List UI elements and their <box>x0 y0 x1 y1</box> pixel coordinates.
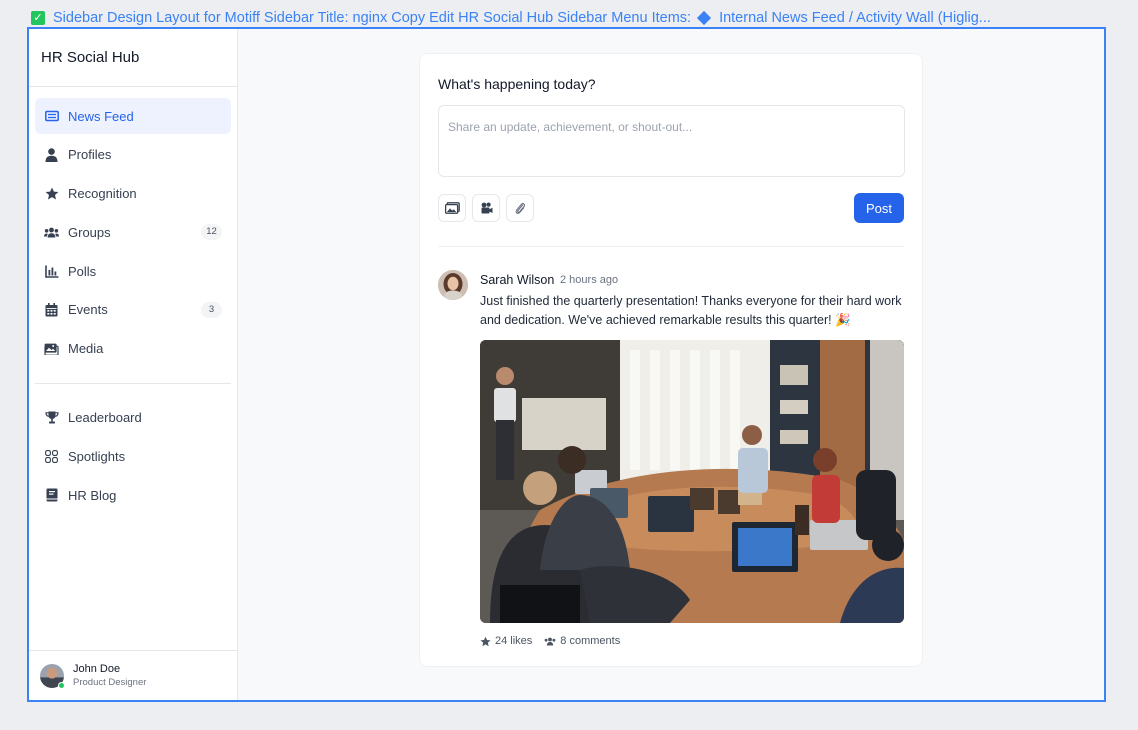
sidebar-item-label: Events <box>68 302 108 318</box>
sidebar-item-leaderboard[interactable]: Leaderboard <box>35 400 231 436</box>
add-video-button[interactable] <box>472 194 500 222</box>
app-frame: HR Social Hub News Feed Profiles Recogni… <box>27 27 1106 702</box>
paperclip-icon <box>515 203 526 214</box>
divider <box>438 246 905 247</box>
sidebar-divider <box>35 382 231 384</box>
online-status-dot <box>58 681 65 689</box>
post-timestamp: 2 hours ago <box>560 274 619 286</box>
sidebar-item-polls[interactable]: Polls <box>35 253 231 289</box>
star-icon <box>480 636 491 646</box>
avatar <box>40 663 65 689</box>
sidebar-item-events[interactable]: Events 3 <box>35 292 231 328</box>
star-icon <box>44 186 59 201</box>
users-icon <box>544 637 556 645</box>
sidebar-item-label: Leaderboard <box>68 410 142 426</box>
sidebar-item-groups[interactable]: Groups 12 <box>35 214 231 250</box>
comments-button[interactable]: 8 comments <box>544 635 620 647</box>
title-text: Sidebar Design Layout for Motiff Sidebar… <box>53 10 692 26</box>
sidebar-item-hr-blog[interactable]: HR Blog <box>35 477 231 513</box>
sidebar-title: HR Social Hub <box>29 29 237 87</box>
avatar[interactable] <box>438 270 468 300</box>
title-text-2: Internal News Feed / Activity Wall (Higl… <box>719 10 991 26</box>
sidebar: HR Social Hub News Feed Profiles Recogni… <box>29 29 238 700</box>
sidebar-item-label: Groups <box>68 224 111 240</box>
sidebar-item-news-feed[interactable]: News Feed <box>35 98 231 134</box>
sidebar-item-spotlights[interactable]: Spotlights <box>35 439 231 475</box>
likes-count: 24 likes <box>495 635 533 647</box>
attach-file-button[interactable] <box>506 194 534 222</box>
video-icon <box>481 202 492 214</box>
book-icon <box>44 488 59 503</box>
newspaper-icon <box>44 109 59 124</box>
trophy-icon <box>44 410 59 425</box>
sidebar-nav: News Feed Profiles Recognition Groups 12… <box>29 87 237 513</box>
diamond-icon <box>696 10 712 26</box>
sidebar-item-label: Profiles <box>68 147 112 163</box>
sidebar-item-label: Polls <box>68 263 97 279</box>
sidebar-item-profiles[interactable]: Profiles <box>35 137 231 173</box>
events-count-badge: 3 <box>201 301 222 318</box>
bar-chart-icon <box>44 264 59 279</box>
add-photo-button[interactable] <box>438 194 466 222</box>
title-bar: ✓ Sidebar Design Layout for Motiff Sideb… <box>31 8 1106 28</box>
sidebar-item-label: Recognition <box>68 186 137 202</box>
post-image[interactable] <box>480 340 904 623</box>
sidebar-item-label: HR Blog <box>68 487 117 503</box>
composer-title: What's happening today? <box>438 76 596 92</box>
likes-button[interactable]: 24 likes <box>480 635 532 647</box>
sidebar-item-media[interactable]: Media <box>35 331 231 367</box>
user-name: John Doe <box>73 662 121 675</box>
sidebar-item-label: News Feed <box>68 108 134 124</box>
calendar-icon <box>44 302 59 317</box>
post-author[interactable]: Sarah Wilson <box>480 273 554 287</box>
post-stats: 24 likes 8 comments <box>480 635 632 647</box>
checkmark-icon: ✓ <box>31 11 45 25</box>
sidebar-item-recognition[interactable]: Recognition <box>35 176 231 212</box>
sidebar-item-label: Spotlights <box>68 449 126 465</box>
current-user[interactable]: John Doe Product Designer <box>29 650 237 700</box>
news-feed-card: What's happening today? Post Sarah Wilso… <box>419 53 923 667</box>
post-text: Just finished the quarterly presentation… <box>480 294 902 327</box>
grid-icon <box>44 449 59 464</box>
photo-icon <box>444 202 460 214</box>
post-button[interactable]: Post <box>854 193 904 223</box>
user-icon <box>44 147 59 162</box>
user-role: Product Designer <box>73 676 147 688</box>
post-composer-input[interactable] <box>438 105 905 177</box>
users-icon <box>44 225 59 240</box>
comments-count: 8 comments <box>560 635 621 647</box>
groups-count-badge: 12 <box>201 224 222 241</box>
photos-icon <box>44 341 59 356</box>
sidebar-item-label: Media <box>68 341 104 357</box>
